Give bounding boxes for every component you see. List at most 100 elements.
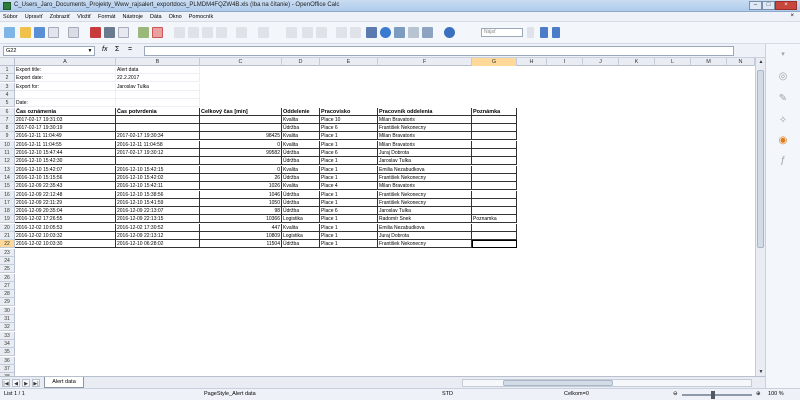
table-cell[interactable]: 2016-12-11 11:04:58 bbox=[116, 140, 200, 149]
table-cell[interactable]: 10809 bbox=[200, 232, 282, 240]
select-all-corner[interactable] bbox=[0, 58, 15, 66]
row-header[interactable]: 17 bbox=[0, 198, 15, 207]
active-cell[interactable] bbox=[472, 240, 517, 249]
meta-cell[interactable]: 22.2.2017 bbox=[116, 74, 200, 83]
table-cell[interactable]: 2016-12-09 22:13:15 bbox=[116, 215, 200, 224]
clone-formatting-icon[interactable] bbox=[216, 27, 227, 38]
row-header[interactable]: 30 bbox=[0, 306, 15, 315]
table-cell[interactable]: 2016-12-02 10:05:53 bbox=[15, 223, 116, 232]
row-header[interactable]: 29 bbox=[0, 298, 15, 307]
table-cell[interactable]: 98 bbox=[200, 207, 282, 216]
menu-item[interactable]: Zobraziť bbox=[50, 14, 70, 20]
column-header-g[interactable]: G bbox=[472, 58, 517, 66]
table-cell[interactable]: 2016-12-02 17:26:55 bbox=[15, 215, 116, 224]
table-cell[interactable] bbox=[472, 198, 517, 207]
hyperlink-icon[interactable] bbox=[286, 27, 297, 38]
row-header[interactable]: 28 bbox=[0, 290, 15, 299]
table-cell[interactable]: Place 1 bbox=[320, 232, 378, 240]
navigator-icon[interactable]: ◉ bbox=[776, 134, 790, 148]
table-cell[interactable]: Juraj Dobrota bbox=[378, 149, 472, 157]
table-cell[interactable]: Poznamka bbox=[472, 215, 517, 224]
table-cell[interactable] bbox=[116, 115, 200, 124]
table-cell[interactable]: Údržba bbox=[282, 173, 320, 182]
zoom-out-icon[interactable]: ⊖ bbox=[673, 391, 678, 397]
row-header[interactable]: 10 bbox=[0, 140, 15, 149]
table-cell[interactable]: 2016-12-10 15:41:59 bbox=[116, 198, 200, 207]
column-header-f[interactable]: F bbox=[378, 58, 472, 66]
row-header[interactable]: 4 bbox=[0, 90, 15, 99]
function-wizard-icon[interactable]: fx bbox=[102, 46, 107, 53]
name-box[interactable]: G22 ▼ bbox=[3, 46, 95, 56]
table-cell[interactable]: 11504 bbox=[200, 240, 282, 249]
row-header[interactable]: 9 bbox=[0, 132, 15, 141]
next-sheet-icon[interactable]: ▶ bbox=[22, 379, 30, 387]
table-cell[interactable]: Radomír Snek bbox=[378, 215, 472, 224]
formula-input[interactable] bbox=[144, 46, 734, 56]
spellcheck-icon[interactable] bbox=[138, 27, 149, 38]
table-cell[interactable]: Milan Bravatoris bbox=[378, 132, 472, 141]
close-document-icon[interactable]: × bbox=[790, 13, 794, 19]
table-header-cell[interactable]: Oddelenie bbox=[282, 107, 320, 116]
insert-chart-icon[interactable] bbox=[336, 27, 347, 38]
row-header[interactable]: 36 bbox=[0, 356, 15, 365]
row-header[interactable]: 6 bbox=[0, 107, 15, 116]
function-icon[interactable]: = bbox=[128, 46, 132, 53]
table-cell[interactable] bbox=[472, 132, 517, 141]
email-icon[interactable] bbox=[48, 27, 59, 38]
table-cell[interactable]: 447 bbox=[200, 223, 282, 232]
find-next-icon[interactable] bbox=[540, 27, 548, 38]
row-header[interactable]: 32 bbox=[0, 323, 15, 332]
row-header[interactable]: 5 bbox=[0, 99, 15, 108]
table-cell[interactable]: 2017-02-17 19:30:19 bbox=[15, 124, 116, 133]
row-header[interactable]: 31 bbox=[0, 315, 15, 323]
table-cell[interactable]: 2016-12-10 06:28:02 bbox=[116, 240, 200, 249]
table-cell[interactable]: 2016-12-09 22:11:29 bbox=[15, 198, 116, 207]
find-dropdown-icon[interactable] bbox=[527, 27, 534, 38]
autospellcheck-icon[interactable] bbox=[152, 27, 163, 38]
table-cell[interactable]: Place 1 bbox=[320, 198, 378, 207]
row-header[interactable]: 18 bbox=[0, 207, 15, 216]
table-cell[interactable]: Údržba bbox=[282, 207, 320, 216]
table-cell[interactable]: Place 10 bbox=[320, 115, 378, 124]
meta-cell[interactable] bbox=[116, 90, 200, 99]
zoom-in-icon[interactable]: ⊕ bbox=[756, 391, 761, 397]
table-cell[interactable] bbox=[472, 182, 517, 191]
table-cell[interactable]: 2016-12-09 20:35:04 bbox=[15, 207, 116, 216]
menu-item[interactable]: Formát bbox=[98, 14, 115, 20]
data-sources-icon[interactable] bbox=[408, 27, 419, 38]
table-cell[interactable]: 1050 bbox=[200, 198, 282, 207]
table-cell[interactable]: Place 6 bbox=[320, 124, 378, 133]
table-cell[interactable]: Kvalita bbox=[282, 165, 320, 174]
menu-item[interactable]: Pomocník bbox=[189, 14, 213, 20]
table-cell[interactable]: 1026 bbox=[200, 182, 282, 191]
table-cell[interactable]: 0 bbox=[200, 165, 282, 174]
meta-cell[interactable] bbox=[116, 99, 200, 108]
table-cell[interactable]: Jaroslav Tulka bbox=[378, 157, 472, 166]
sum-icon[interactable]: Σ bbox=[115, 46, 119, 53]
minimize-button[interactable]: – bbox=[749, 1, 762, 10]
meta-cell[interactable]: Jaroslav Tulka bbox=[116, 82, 200, 91]
row-header[interactable]: 25 bbox=[0, 265, 15, 274]
spreadsheet-grid[interactable]: ABCDEFGHIJKLMN 1 2 3 4 5 6 7 8 9 10 11 12 13 14 15 16 17… bbox=[0, 58, 755, 376]
table-cell[interactable]: 2016-12-02 10:03:30 bbox=[15, 240, 116, 249]
table-cell[interactable]: 0 bbox=[200, 140, 282, 149]
table-cell[interactable]: František Nekonecny bbox=[378, 240, 472, 249]
sort-descending-icon[interactable] bbox=[316, 27, 327, 38]
table-cell[interactable]: Kvalita bbox=[282, 115, 320, 124]
table-cell[interactable]: Place 1 bbox=[320, 132, 378, 141]
row-header[interactable]: 37 bbox=[0, 364, 15, 373]
table-cell[interactable]: Logistika bbox=[282, 215, 320, 224]
row-header[interactable]: 13 bbox=[0, 165, 15, 174]
table-cell[interactable] bbox=[472, 207, 517, 216]
table-cell[interactable]: 2016-12-02 10:03:32 bbox=[15, 232, 116, 240]
row-header[interactable]: 8 bbox=[0, 124, 15, 133]
table-cell[interactable] bbox=[472, 140, 517, 149]
row-header[interactable]: 11 bbox=[0, 149, 15, 157]
row-header[interactable]: 15 bbox=[0, 182, 15, 191]
table-cell[interactable] bbox=[472, 157, 517, 166]
table-cell[interactable]: 2016-12-09 22:13:07 bbox=[116, 207, 200, 216]
styles-icon[interactable]: ✎ bbox=[776, 92, 790, 106]
last-sheet-icon[interactable]: ▶| bbox=[32, 379, 40, 387]
chevron-down-icon[interactable]: ▼ bbox=[86, 47, 94, 55]
horizontal-scrollbar[interactable] bbox=[462, 379, 752, 387]
